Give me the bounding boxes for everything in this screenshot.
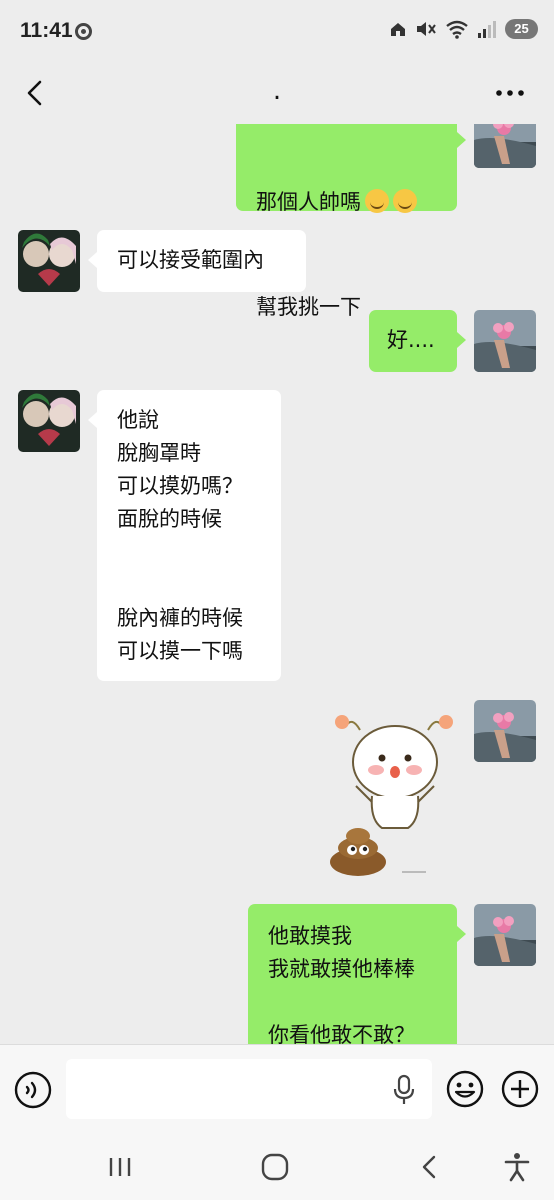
message-bubble-incoming[interactable]: 他說 脫胸罩時 可以摸奶嗎？ 面脫的時候 脫內褲的時候 可以摸一下嗎 [97, 390, 281, 681]
bubble-tail [457, 926, 466, 942]
bubble-tail [88, 252, 97, 268]
joker-avatar [18, 230, 80, 292]
bubble-tail [88, 412, 97, 428]
contact-avatar[interactable] [18, 230, 80, 292]
message-bubble-incoming[interactable]: 可以接受範圍內 [97, 230, 306, 292]
flower-photo-avatar [474, 310, 536, 372]
chat-title: . [272, 76, 282, 106]
battery-indicator: 25 [505, 19, 538, 39]
joker-avatar [18, 390, 80, 452]
status-bar: 11:41 25 [0, 0, 554, 62]
emoji-icon[interactable] [445, 1069, 485, 1109]
flower-photo-avatar [474, 700, 536, 762]
message-input[interactable] [66, 1059, 432, 1119]
bubble-tail [457, 332, 466, 348]
home-network-icon [391, 23, 405, 36]
accessibility-icon[interactable] [500, 1150, 534, 1184]
system-nav-bar [0, 1134, 554, 1200]
chrome-icon [75, 23, 92, 40]
recent-apps-icon[interactable] [103, 1150, 137, 1184]
chat-header: . [0, 62, 554, 124]
my-avatar[interactable] [474, 310, 536, 372]
cute-bun-poop-sticker[interactable] [322, 710, 462, 882]
my-avatar[interactable] [474, 904, 536, 966]
my-avatar[interactable] [474, 124, 536, 168]
smiling-face-emoji [365, 189, 389, 213]
bun-character [335, 715, 453, 829]
mute-icon [417, 22, 436, 36]
back-icon[interactable] [413, 1150, 447, 1184]
voice-icon[interactable] [13, 1070, 53, 1110]
signal-icon [478, 21, 496, 38]
poop-character [330, 828, 426, 876]
home-icon[interactable] [258, 1150, 292, 1184]
system-icons: 25 [389, 19, 538, 39]
message-bubble-outgoing[interactable]: 好.... [369, 310, 457, 372]
smiling-face-emoji [393, 189, 417, 213]
wifi-icon [446, 20, 468, 39]
contact-avatar[interactable] [18, 390, 80, 452]
flower-photo-avatar [474, 124, 536, 168]
message-bubble-outgoing[interactable]: 他敢摸我 我就敢摸他棒棒 你看他敢不敢？ [248, 904, 457, 1044]
message-text: 那個人帥嗎 [256, 190, 361, 214]
message-input-bar [0, 1044, 554, 1134]
message-bubble-outgoing[interactable]: 那個人帥嗎 幫我挑一下 [236, 124, 457, 319]
flower-photo-avatar [474, 904, 536, 966]
plus-circle-icon[interactable] [500, 1069, 540, 1109]
microphone-icon[interactable] [392, 1074, 416, 1106]
bubble-tail [457, 132, 466, 148]
chat-messages[interactable]: 那個人帥嗎 幫我挑一下 可以接受範圍內 好.... 他說 脫胸罩時 可以摸奶嗎？… [0, 124, 554, 1044]
more-dots-icon[interactable] [494, 74, 526, 112]
my-avatar[interactable] [474, 700, 536, 762]
status-time: 11:41 [20, 19, 73, 42]
